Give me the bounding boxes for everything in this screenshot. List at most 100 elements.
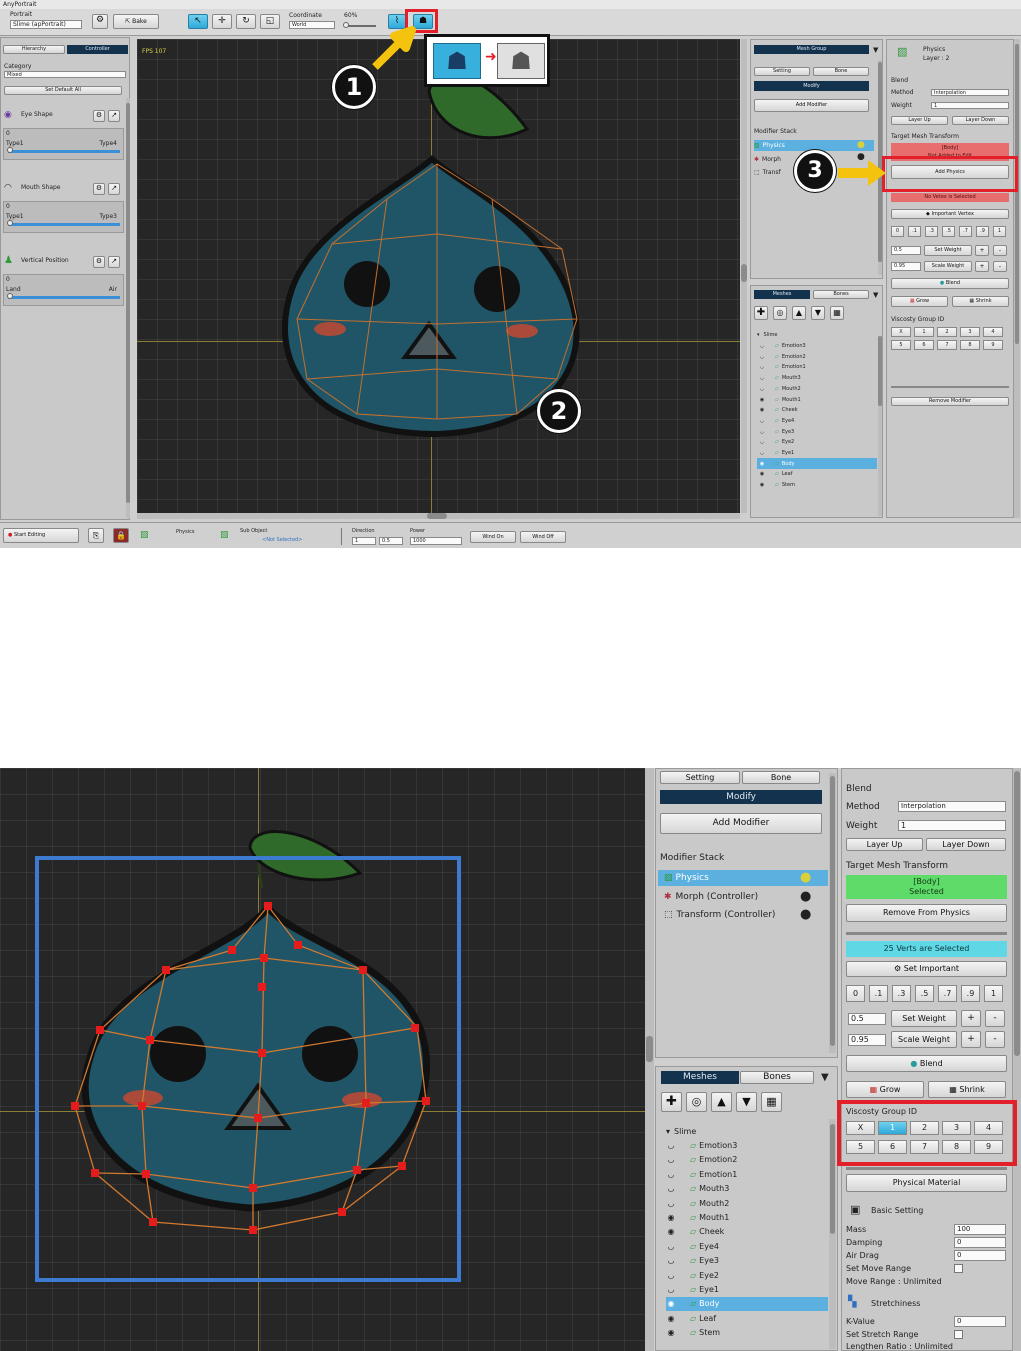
chevron-down-icon[interactable]: ▼ <box>821 1072 829 1083</box>
weight-minus-button[interactable]: - <box>993 245 1007 256</box>
eye-closed-icon[interactable]: ◡ <box>666 1199 676 1208</box>
list-item[interactable]: ◉ ▱ Body <box>757 458 877 470</box>
eye-closed-icon[interactable]: ◡ <box>666 1242 676 1251</box>
set-weight-button[interactable]: Set Weight <box>924 245 972 256</box>
list-item[interactable]: ◡ ▱ Emotion3 <box>666 1138 828 1152</box>
viscosity-id-button[interactable]: X <box>891 327 911 337</box>
layer-up-button[interactable]: Layer Up <box>846 838 923 851</box>
delete-button[interactable]: ▦ <box>761 1092 782 1112</box>
viscosity-id-button[interactable]: 1 <box>914 327 934 337</box>
wind-off-button[interactable]: Wind Off <box>520 531 566 543</box>
lock-button[interactable]: 🔒 <box>113 528 129 543</box>
coordinate-select[interactable]: World <box>289 21 335 29</box>
set-weight-field[interactable]: 0.5 <box>891 246 921 255</box>
weight-preset-button[interactable]: 0 <box>846 985 865 1002</box>
delete-button[interactable]: ▦ <box>830 306 844 320</box>
damping-field[interactable]: 0 <box>954 1237 1006 1248</box>
scale-weight-field[interactable]: 0.95 <box>891 262 921 271</box>
tab-modify[interactable]: Modify <box>754 81 869 91</box>
add-modifier-button[interactable]: Add Modifier <box>660 813 822 834</box>
weight-preset-button[interactable]: 1 <box>993 226 1006 237</box>
viewport-v-scrollbar[interactable] <box>645 768 654 1351</box>
move-tool-button[interactable]: ✛ <box>212 14 232 29</box>
direction-x-field[interactable]: 1 <box>352 537 376 545</box>
gear-button[interactable]: ⚙ <box>92 14 108 29</box>
weight-preset-button[interactable]: .5 <box>942 226 955 237</box>
eye-icon[interactable]: ◉ <box>666 1314 676 1323</box>
zoom-slider-knob[interactable] <box>343 22 349 28</box>
add-modifier-button[interactable]: Add Modifier <box>754 99 869 112</box>
scale-weight-field[interactable]: 0.95 <box>848 1034 886 1046</box>
eye-closed-icon[interactable]: ◡ <box>666 1256 676 1265</box>
bake-button[interactable]: ⇱ Bake <box>113 14 159 29</box>
modifier-morph[interactable]: ✱ Morph <box>754 154 794 165</box>
list-item[interactable]: ◡ ▱ Eye4 <box>666 1239 828 1253</box>
physical-material-button[interactable]: Physical Material <box>846 1174 1007 1192</box>
eye-closed-icon[interactable]: ◡ <box>757 375 767 381</box>
category-select[interactable]: Mixed <box>4 71 126 78</box>
viscosity-id-button[interactable]: 2 <box>937 327 957 337</box>
tab-bones[interactable]: Bones <box>813 290 869 299</box>
mass-field[interactable]: 100 <box>954 1224 1006 1235</box>
tab-setting[interactable]: Setting <box>754 67 810 76</box>
scale-weight-button[interactable]: Scale Weight <box>891 1031 957 1048</box>
set-move-range-checkbox[interactable] <box>954 1264 963 1273</box>
bulb-icon[interactable]: ● <box>800 870 811 885</box>
eye-icon[interactable]: ◉ <box>757 461 767 467</box>
scale-plus-button[interactable]: + <box>975 261 989 272</box>
tab-controller[interactable]: Controller <box>67 45 128 54</box>
blend-button[interactable]: ● Blend <box>891 278 1009 289</box>
k-value-field[interactable]: 0 <box>954 1316 1006 1327</box>
list-item[interactable]: ◡ ▱ Mouth2 <box>757 384 877 395</box>
portrait-select[interactable]: Slime (apPortrait) <box>10 20 82 29</box>
move-down-button[interactable]: ▼ <box>811 306 825 320</box>
controller-settings-button[interactable]: ⚙ <box>93 256 105 268</box>
eye-icon[interactable]: ◉ <box>666 1213 676 1222</box>
tab-meshes[interactable]: Meshes <box>661 1071 739 1084</box>
eye-closed-icon[interactable]: ◡ <box>666 1271 676 1280</box>
controller-knob[interactable] <box>7 220 13 226</box>
chevron-down-icon[interactable]: ▼ <box>873 291 878 299</box>
modifier-transform[interactable]: ⬚ Transf <box>754 167 794 178</box>
list-item[interactable]: ◡ ▱ Emotion1 <box>666 1167 828 1181</box>
air-drag-field[interactable]: 0 <box>954 1250 1006 1261</box>
eye-closed-icon[interactable]: ◡ <box>757 386 767 392</box>
eye-closed-icon[interactable]: ◡ <box>757 418 767 424</box>
list-item[interactable]: ◡ ▱ Eye2 <box>666 1268 828 1282</box>
eye-closed-icon[interactable]: ◡ <box>666 1184 676 1193</box>
controller-knob[interactable] <box>7 293 13 299</box>
tree-scrollbar[interactable] <box>829 1119 836 1349</box>
set-important-button[interactable]: ⚙ Set Important <box>846 961 1007 977</box>
start-editing-button[interactable]: ● Start Editing <box>3 528 79 543</box>
weight-preset-button[interactable]: .7 <box>959 226 972 237</box>
viscosity-id-button[interactable]: 3 <box>960 327 980 337</box>
list-item[interactable]: ◉ ▱ Leaf <box>757 469 877 480</box>
slime-character[interactable] <box>137 39 740 513</box>
set-stretch-range-checkbox[interactable] <box>954 1330 963 1339</box>
list-item[interactable]: ◉ ▱ Cheek <box>666 1225 828 1239</box>
chevron-down-icon[interactable]: ▼ <box>873 46 878 54</box>
eye-closed-icon[interactable]: ◡ <box>666 1155 676 1164</box>
important-vertex-button[interactable]: ◆ Important Vertex <box>891 209 1009 219</box>
tab-meshes[interactable]: Meshes <box>754 290 810 299</box>
controller-settings-button[interactable]: ⚙ <box>93 110 105 122</box>
remove-modifier-button[interactable]: Remove Modifier <box>891 397 1009 406</box>
inspector-scrollbar[interactable] <box>1014 39 1020 518</box>
tab-modify[interactable]: Modify <box>660 790 822 804</box>
copy-button[interactable]: ⎘ <box>88 528 104 543</box>
eye-closed-icon[interactable]: ◡ <box>757 343 767 349</box>
scale-minus-button[interactable]: - <box>993 261 1007 272</box>
eye-icon[interactable]: ◉ <box>666 1328 676 1337</box>
layer-button[interactable]: ◎ <box>773 306 787 320</box>
eye-icon[interactable]: ◉ <box>757 482 767 488</box>
blend-button[interactable]: ● Blend <box>846 1055 1007 1072</box>
list-item[interactable]: ◡ ▱ Emotion3 <box>757 341 877 352</box>
set-weight-button[interactable]: Set Weight <box>891 1010 957 1027</box>
grow-button[interactable]: ▦ Grow <box>891 296 948 307</box>
add-button[interactable]: ✚ <box>661 1092 682 1112</box>
tree-scrollbar[interactable] <box>878 336 882 516</box>
tab-hierarchy[interactable]: Hierarchy <box>3 45 65 54</box>
controller-link-button[interactable]: ↗ <box>108 256 120 268</box>
viewport-canvas[interactable] <box>0 768 645 1351</box>
remove-from-physics-button[interactable]: Remove From Physics <box>846 904 1007 922</box>
